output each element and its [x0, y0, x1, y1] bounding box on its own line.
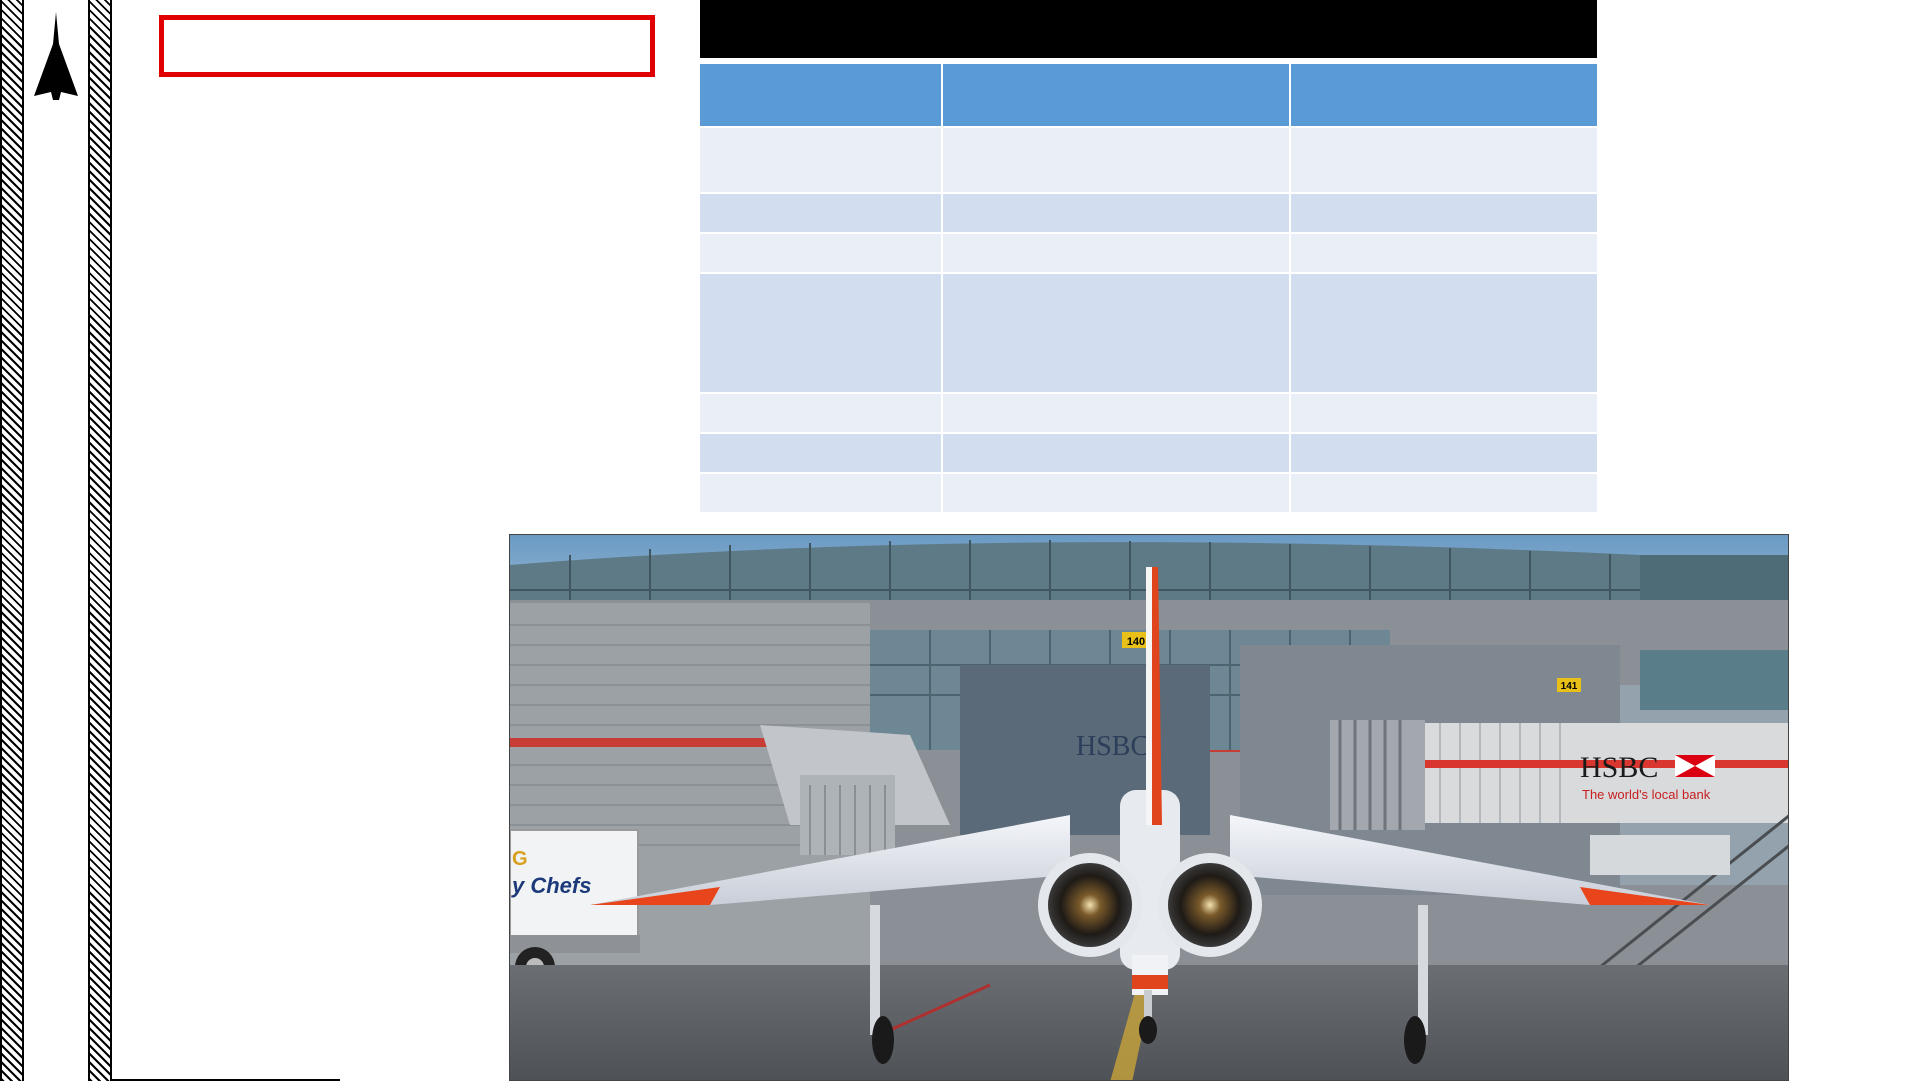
left-decorative-bar: [0, 0, 112, 1081]
table-cell: [700, 393, 943, 434]
table-cell: [700, 127, 943, 194]
table-cell: [700, 193, 943, 234]
table-cell: [700, 273, 943, 394]
table-cell: [1290, 433, 1597, 474]
table-cell: [1290, 273, 1597, 394]
table-cell: [942, 193, 1291, 234]
column-header: [942, 64, 1291, 128]
aircraft-photo: HSBC HSBC The world's local bank 140 141…: [509, 534, 1789, 1081]
table-cell: [700, 233, 943, 274]
table-cell: [942, 127, 1291, 194]
right-hatch-stripe: [88, 0, 112, 1081]
table-cell: [942, 433, 1291, 474]
slide-page: HSBC HSBC The world's local bank 140 141…: [0, 0, 1921, 1081]
table-cell: [700, 433, 943, 474]
table-cell: [942, 393, 1291, 434]
table-row: [700, 193, 1597, 234]
table-header-band: [700, 0, 1597, 58]
column-header: [700, 64, 943, 128]
truck-logo-text: y Chefs: [511, 873, 591, 898]
column-header: [1290, 64, 1597, 128]
table-cell: [942, 273, 1291, 394]
title-box: [159, 15, 655, 77]
table-header-row: [700, 64, 1597, 128]
jet-silhouette-icon: [34, 12, 78, 100]
airport-scene-illustration: HSBC HSBC The world's local bank 140 141…: [510, 535, 1788, 1080]
table-cell: [942, 233, 1291, 274]
table-row: [700, 273, 1597, 394]
gate-140-label: 140: [1127, 636, 1145, 648]
truck-logo-top-text: G: [512, 848, 528, 870]
table-row: [700, 127, 1597, 194]
table-cell: [1290, 473, 1597, 514]
left-hatch-stripe: [0, 0, 24, 1081]
table-row: [700, 233, 1597, 274]
table-cell: [700, 473, 943, 514]
table-row: [700, 473, 1597, 514]
table-row: [700, 433, 1597, 474]
data-table: [700, 64, 1597, 514]
table-cell: [1290, 233, 1597, 274]
table-cell: [1290, 393, 1597, 434]
hsbc-left-sign-text: HSBC: [1076, 731, 1149, 762]
table-cell: [942, 473, 1291, 514]
hsbc-sign-text: HSBC: [1580, 751, 1658, 784]
table-row: [700, 393, 1597, 434]
table-cell: [1290, 127, 1597, 194]
gate-141-label: 141: [1561, 681, 1578, 692]
table-cell: [1290, 193, 1597, 234]
hsbc-tagline-text: The world's local bank: [1582, 787, 1711, 802]
